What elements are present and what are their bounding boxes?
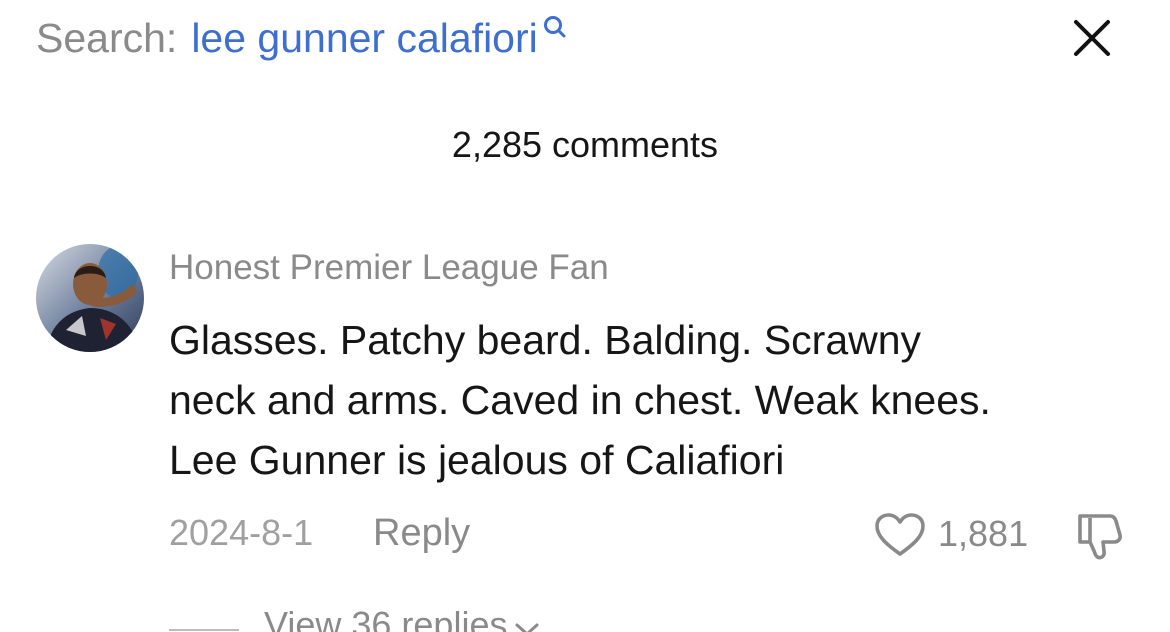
reply-button[interactable]: Reply xyxy=(373,512,470,555)
comment-count: 2,285 comments xyxy=(451,124,719,165)
search-bar[interactable]: Search: lee gunner calafiori xyxy=(36,10,568,66)
close-button[interactable] xyxy=(1068,14,1116,62)
search-icon[interactable] xyxy=(542,2,568,38)
view-replies-button[interactable]: View 36 replies xyxy=(264,604,541,632)
comment-author[interactable]: Honest Premier League Fan xyxy=(169,248,609,288)
like-count: 1,881 xyxy=(938,513,1029,554)
thumbs-down-icon[interactable] xyxy=(1072,510,1124,562)
comment-text: Glasses. Patchy beard. Balding. Scrawny … xyxy=(169,310,1139,490)
replies-divider xyxy=(169,629,239,631)
search-query[interactable]: lee gunner calafiori xyxy=(191,10,537,66)
comment-line: Glasses. Patchy beard. Balding. Scrawny xyxy=(169,317,922,363)
avatar[interactable] xyxy=(36,244,144,352)
comments-panel: Search: lee gunner calafiori 2,285 comme… xyxy=(0,0,1170,632)
close-icon xyxy=(1074,20,1110,56)
comment-line: Lee Gunner is jealous of Caliafiori xyxy=(169,437,785,483)
chevron-down-icon xyxy=(513,606,541,632)
search-prefix: Search: xyxy=(36,15,178,61)
heart-outline-icon[interactable] xyxy=(874,512,926,558)
comment-date: 2024-8-1 xyxy=(169,512,314,553)
comment-line: neck and arms. Caved in chest. Weak knee… xyxy=(169,377,991,423)
view-replies-label: View 36 replies xyxy=(264,604,508,632)
